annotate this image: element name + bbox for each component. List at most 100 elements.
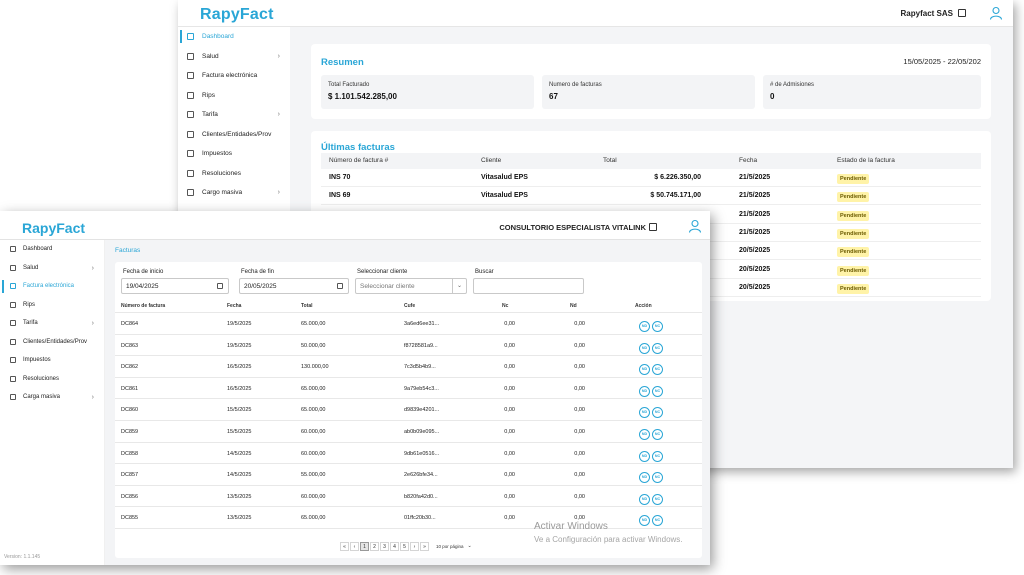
sidebar-item-rips[interactable]: Rips [0, 296, 104, 315]
cell-nd: 0,00 [574, 321, 585, 327]
page-button[interactable]: 5 [400, 541, 409, 551]
nota-debito-button[interactable]: ND [639, 472, 650, 484]
cell-cufe: 9db61e0516... [404, 450, 440, 457]
start-date-input[interactable]: 19/04/2025 [121, 278, 229, 294]
table-row[interactable]: DC859 15/5/2025 60.000,00 ab0b09e095... 0,00… [115, 421, 702, 443]
nota-credito-button[interactable]: NC [652, 385, 663, 397]
table-row[interactable]: DC863 19/5/2025 50.000,00 f8728581a9... 0,00… [115, 335, 702, 357]
cell-total: 65.000,00 [301, 321, 326, 327]
sidebar-item-dashboard[interactable]: Dashboard [178, 27, 290, 47]
table-row[interactable]: DC858 14/5/2025 60.000,00 9db61e0516... 0,00… [115, 443, 702, 465]
nota-credito-button[interactable]: NC [652, 450, 663, 462]
chevron-down-icon[interactable]: ⌄ [468, 543, 472, 549]
col-header: Total [301, 303, 313, 309]
chevron-down-icon[interactable]: ⌄ [452, 279, 466, 293]
sidebar-item-cargo-masiva[interactable]: Cargo masiva › [178, 183, 290, 203]
nota-credito-button[interactable]: NC [652, 472, 663, 484]
page-button[interactable]: 2 [370, 541, 379, 551]
sidebar-item-salud[interactable]: Salud › [0, 259, 104, 278]
page-button[interactable]: 1 [360, 541, 369, 551]
nota-credito-button[interactable]: NC [652, 407, 663, 419]
page-button[interactable]: 4 [390, 541, 399, 551]
nota-debito-button[interactable]: ND [639, 450, 650, 462]
page-button[interactable]: › [410, 541, 419, 551]
table-row[interactable]: DC860 15/5/2025 65.000,00 d9839e4201... 0,00… [115, 399, 702, 421]
user-icon[interactable] [688, 219, 702, 233]
sidebar-item-label: Dashboard [23, 246, 53, 253]
cell-total: 55.000,00 [301, 472, 326, 479]
page-button[interactable]: « [340, 541, 349, 551]
nota-debito-button[interactable]: ND [639, 493, 650, 505]
nota-credito-button[interactable]: NC [652, 321, 663, 332]
sidebar-item-resoluciones[interactable]: Resoluciones [178, 164, 290, 184]
sidebar-item-label: Carga masiva [23, 394, 61, 401]
nota-credito-button[interactable]: NC [652, 493, 663, 505]
nota-debito-button[interactable]: ND [639, 407, 650, 419]
cell-date: 21/5/2025 [739, 174, 771, 181]
nota-credito-button[interactable]: NC [652, 364, 663, 376]
table-row[interactable]: DC857 14/5/2025 55.000,00 2e626bfe34... 0,00… [115, 464, 702, 486]
nota-debito-button[interactable]: ND [639, 429, 650, 440]
factura-electronica-icon [187, 72, 194, 80]
salud-icon [187, 52, 194, 60]
page-button[interactable]: » [420, 541, 429, 551]
nota-debito-button[interactable]: ND [639, 342, 650, 354]
chevron-right-icon[interactable]: › [278, 111, 280, 118]
search-input[interactable] [473, 278, 584, 294]
date-range[interactable]: 15/05/2025 - 22/05/202 [903, 57, 981, 66]
search-label: Buscar [475, 269, 494, 275]
chevron-right-icon[interactable]: › [278, 189, 280, 196]
client-select[interactable]: Seleccionar cliente ⌄ [355, 278, 467, 294]
sidebar-item-tarifa[interactable]: Tarifa › [0, 314, 104, 333]
sidebar-item-impuestos[interactable]: Impuestos [178, 144, 290, 164]
nota-credito-button[interactable]: NC [652, 342, 663, 354]
sidebar-item-clientes-entidades-prov[interactable]: Clientes/Entidades/Prov [178, 125, 290, 145]
col-header: Número de factura # [329, 157, 389, 164]
nota-credito-button[interactable]: NC [652, 515, 663, 527]
table-row[interactable]: DC856 13/5/2025 60.000,00 b820fa42d0... 0,00… [115, 486, 702, 508]
sidebar-item-rips[interactable]: Rips [178, 86, 290, 106]
sidebar-item-resoluciones[interactable]: Resoluciones [0, 370, 104, 389]
nota-debito-button[interactable]: ND [639, 385, 650, 397]
app-logo[interactable]: RapyFact [22, 220, 85, 236]
sidebar-item-factura-electronica[interactable]: Factura electrónica [0, 277, 104, 296]
nota-credito-button[interactable]: NC [652, 429, 663, 440]
sidebar-item-carga-masiva[interactable]: Carga masiva › [0, 388, 104, 407]
table-row[interactable]: INS 69 Vitasalud EPS $ 50.745.171,00 21/5/2… [321, 187, 981, 206]
cell-cufe: 3a6ed6ee31... [404, 321, 440, 327]
sidebar-item-clientes-entidades-prov[interactable]: Clientes/Entidades/Prov [0, 333, 104, 352]
sidebar-item-impuestos[interactable]: Impuestos [0, 351, 104, 370]
sidebar-item-tarifa[interactable]: Tarifa › [178, 105, 290, 125]
chevron-right-icon[interactable]: › [92, 394, 94, 401]
app-logo[interactable]: RapyFact [200, 6, 274, 24]
sidebar-item-factura-electronica[interactable]: Factura electrónica [178, 66, 290, 86]
calendar-icon[interactable] [337, 283, 343, 289]
per-page-select[interactable]: 10 por página [436, 544, 464, 549]
col-header: Cufe [404, 303, 416, 309]
table-row[interactable]: DC862 16/5/2025 130.000,00 7c3d5b4b9... 0,00… [115, 356, 702, 378]
chevron-right-icon[interactable]: › [278, 53, 280, 60]
chevron-right-icon[interactable]: › [92, 265, 94, 272]
page-button[interactable]: ‹ [350, 541, 359, 551]
cell-nd: 0,00 [574, 407, 585, 414]
table-row[interactable]: INS 70 Vitasalud EPS $ 6.226.350,00 21/5/20… [321, 169, 981, 187]
nota-debito-button[interactable]: ND [639, 321, 650, 332]
calendar-icon[interactable] [217, 283, 223, 289]
nota-debito-button[interactable]: ND [639, 515, 650, 527]
sidebar-item-salud[interactable]: Salud › [178, 47, 290, 67]
table-row[interactable]: DC861 16/5/2025 65.000,00 9a79eb54c3... 0,00… [115, 378, 702, 400]
breadcrumb[interactable]: Facturas [115, 247, 140, 254]
tarifa-icon [10, 320, 16, 327]
chevron-right-icon[interactable]: › [92, 320, 94, 327]
table-row[interactable]: DC864 19/5/2025 65.000,00 3a6ed6ee31... 0,00… [115, 313, 702, 335]
user-icon[interactable] [989, 6, 1003, 20]
page-button[interactable]: 3 [380, 541, 389, 551]
cell-cufe: 2e626bfe34... [404, 472, 438, 479]
end-date-input[interactable]: 20/05/2025 [239, 278, 349, 294]
status-badge: Pendiente [837, 247, 870, 258]
nota-debito-button[interactable]: ND [639, 364, 650, 376]
sidebar-item-label: Tarifa [202, 111, 218, 119]
sidebar-item-dashboard[interactable]: Dashboard [0, 240, 104, 259]
table-row[interactable]: DC855 13/5/2025 65.000,00 01ffc20b30... 0,00… [115, 507, 702, 529]
cell-num: DC857 [121, 472, 139, 479]
